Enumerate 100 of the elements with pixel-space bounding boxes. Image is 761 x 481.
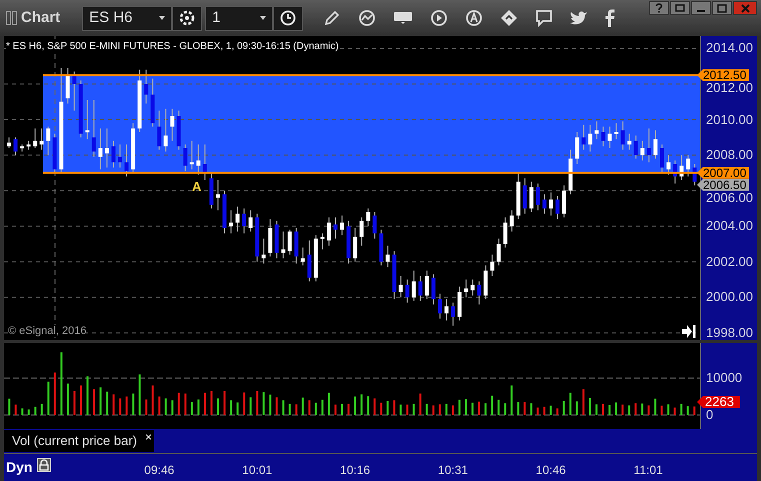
circled-letter-icon[interactable] — [465, 9, 484, 27]
bar — [354, 396, 356, 415]
price-tag: 2006.50 — [697, 178, 750, 191]
diamond-icon[interactable] — [500, 9, 518, 27]
bar — [119, 398, 122, 415]
candle — [144, 69, 148, 104]
bar — [517, 402, 520, 415]
bar — [269, 394, 272, 415]
bar — [484, 403, 487, 415]
candle — [66, 68, 70, 104]
candle — [477, 280, 482, 305]
bar — [47, 382, 50, 415]
bar — [648, 405, 650, 415]
jump-to-end-icon[interactable] — [682, 325, 696, 338]
bar — [588, 398, 591, 415]
bar — [615, 402, 618, 415]
price-tag: 2007.00 — [697, 166, 750, 179]
bar — [112, 394, 115, 415]
bar — [412, 404, 415, 415]
close-button[interactable]: × — [144, 428, 152, 446]
axis-label: 2006.00 — [706, 190, 753, 204]
axis-label: 2012.00 — [706, 81, 753, 94]
bar — [595, 404, 598, 415]
candle — [412, 270, 416, 302]
axis-label: 2000.00 — [706, 290, 753, 304]
candle — [490, 254, 494, 276]
candle — [157, 110, 162, 150]
bar — [693, 406, 696, 415]
bar — [14, 404, 17, 415]
time-label: 10:16 — [340, 462, 370, 479]
candle — [326, 216, 331, 246]
restore-icon — [675, 4, 685, 12]
bar — [321, 400, 324, 415]
candle — [346, 220, 351, 264]
legend-tab[interactable]: Vol (current price bar) × — [4, 430, 154, 452]
tag-icon[interactable] — [393, 11, 414, 25]
candle — [594, 120, 599, 140]
bar — [360, 394, 363, 415]
interval-dropdown[interactable]: 1 — [205, 6, 274, 30]
bar — [184, 394, 186, 415]
candle — [104, 128, 109, 168]
swirl-icon[interactable] — [358, 9, 376, 27]
candle — [601, 126, 606, 147]
clock-button[interactable] — [273, 6, 304, 30]
bar — [432, 405, 434, 415]
bar — [40, 404, 43, 415]
bar — [674, 408, 676, 415]
candle — [424, 270, 429, 300]
candle — [353, 228, 358, 262]
symbol-dropdown[interactable]: ES H6 — [82, 6, 172, 30]
candle — [608, 126, 612, 148]
bar — [622, 404, 624, 415]
bar — [126, 396, 128, 415]
close-button[interactable] — [733, 1, 757, 15]
bar — [152, 385, 154, 415]
bar — [197, 399, 200, 415]
settings-button[interactable] — [172, 6, 202, 30]
candle — [85, 100, 90, 140]
bar — [295, 404, 298, 415]
facebook-icon[interactable] — [605, 9, 616, 27]
restore-button[interactable] — [670, 1, 690, 15]
bar — [66, 384, 69, 415]
candle — [496, 238, 501, 266]
candle — [262, 238, 266, 264]
candle — [536, 183, 540, 211]
bar — [302, 398, 304, 415]
bar — [276, 397, 278, 415]
help-button[interactable] — [649, 1, 669, 15]
comment-icon[interactable] — [535, 9, 554, 27]
candle — [692, 164, 697, 186]
candle — [209, 172, 214, 209]
bar — [314, 402, 317, 415]
bar — [634, 403, 637, 415]
candle — [366, 208, 370, 227]
bar — [73, 390, 76, 415]
bar — [224, 390, 226, 415]
bar — [608, 405, 611, 415]
candle — [307, 240, 312, 282]
candle — [379, 229, 384, 266]
candle — [7, 136, 11, 148]
candle — [78, 80, 83, 138]
caret-icon — [159, 16, 166, 20]
maximize-button[interactable] — [712, 1, 732, 15]
pencil-icon[interactable] — [323, 9, 342, 27]
candle — [588, 124, 592, 152]
candle — [614, 122, 618, 140]
lock-icon[interactable] — [37, 458, 51, 472]
bar — [28, 409, 30, 415]
time-label: 10:46 — [536, 462, 566, 479]
bar — [210, 390, 212, 415]
caret-icon — [260, 16, 266, 20]
bar — [628, 405, 630, 415]
bird-icon[interactable] — [570, 10, 588, 26]
candle — [320, 232, 324, 250]
play-icon[interactable] — [430, 9, 448, 27]
bar — [204, 392, 206, 415]
candle — [549, 192, 553, 216]
candle — [334, 216, 338, 240]
candle — [26, 140, 31, 150]
minimize-button[interactable] — [691, 1, 711, 15]
